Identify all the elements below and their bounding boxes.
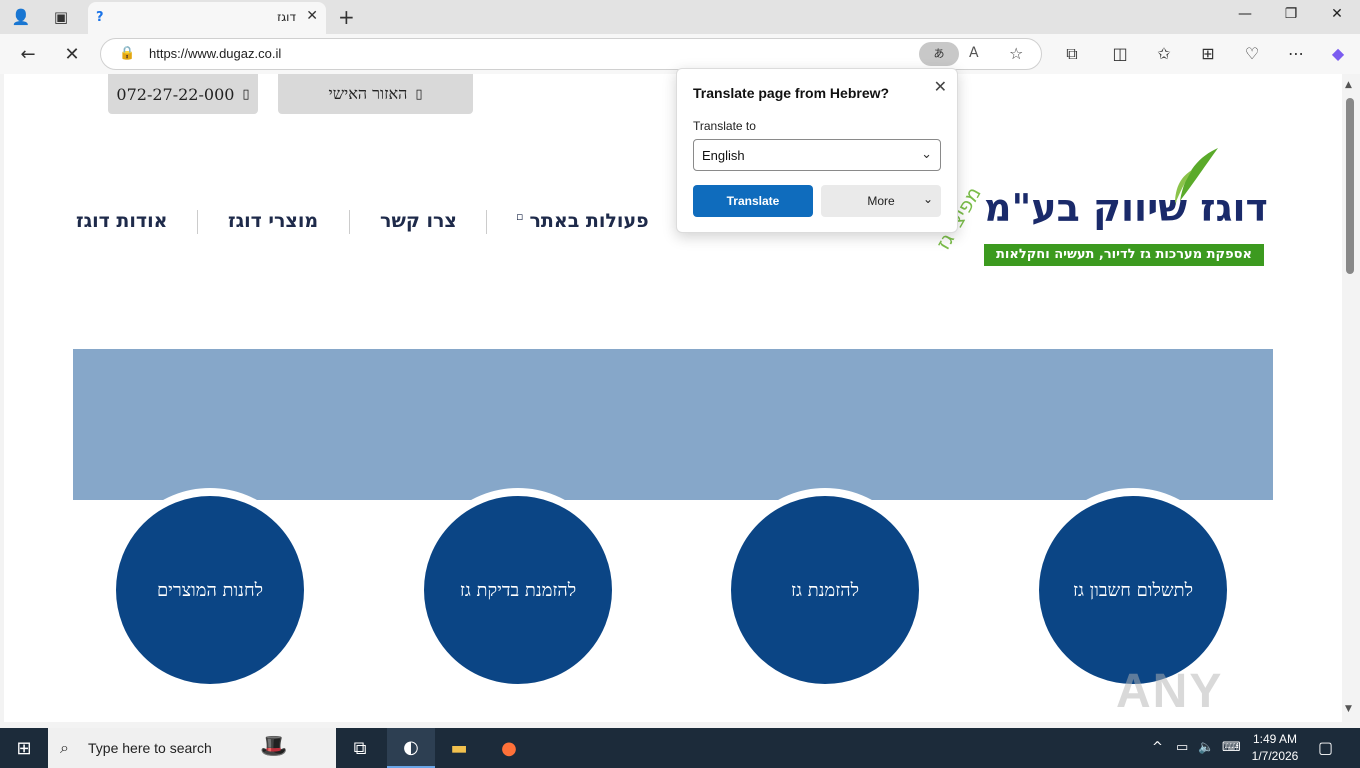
copilot-icon[interactable]: ◆ — [1326, 44, 1350, 63]
taskbar-clock[interactable]: 1:49 AM 1/7/2026 — [1240, 731, 1310, 765]
collections-icon[interactable]: ⊞ — [1196, 44, 1220, 63]
menu-actions-label: פעולות באתר — [529, 210, 649, 232]
notifications-icon[interactable]: ▢ — [1318, 738, 1333, 757]
translate-icon[interactable]: あ — [919, 42, 959, 66]
back-button[interactable]: ← — [14, 42, 42, 66]
tab-close-icon[interactable]: ✕ — [306, 8, 318, 24]
chevron-down-icon: ⌄ — [921, 146, 932, 161]
chevron-down-icon: ⌄ — [922, 192, 933, 206]
close-icon[interactable]: ✕ — [934, 77, 947, 97]
phone-button[interactable]: 072-27-22-000 ▯ — [108, 74, 258, 114]
network-icon[interactable]: ▭ — [1176, 740, 1188, 755]
personal-area-button[interactable]: האזור האישי ▯ — [278, 74, 473, 114]
settings-more-icon[interactable]: ⋯ — [1284, 44, 1308, 63]
translate-to-label: Translate to — [693, 119, 756, 133]
scrollbar-thumb[interactable] — [1346, 98, 1354, 274]
anyrun-watermark: ANY RUN — [1116, 665, 1224, 722]
minimize-button[interactable]: — — [1230, 6, 1260, 22]
menu-products[interactable]: מוצרי דוגז — [228, 210, 318, 232]
split-screen-icon[interactable]: ◫ — [1108, 44, 1132, 63]
more-label: More — [867, 194, 895, 208]
leaf-icon — [1175, 148, 1218, 204]
menu-actions[interactable]: ▫ פעולות באתר — [516, 210, 649, 232]
menu-divider — [349, 210, 350, 234]
favorite-star-icon[interactable]: ☆ — [1009, 44, 1023, 63]
clock-time: 1:49 AM — [1252, 732, 1298, 746]
language-select[interactable]: English ⌄ — [693, 139, 941, 171]
tray-chevron-icon[interactable]: ^ — [1152, 740, 1163, 755]
scroll-down-icon[interactable]: ▼ — [1345, 704, 1352, 714]
volume-icon[interactable]: 🔈 — [1198, 740, 1214, 755]
restore-button[interactable]: ❐ — [1276, 6, 1306, 22]
windows-taskbar: ⊞ ⌕ Type here to search 🎩 ⧉ ◐ ▬ ● ^ ▭ 🔈 … — [0, 728, 1360, 768]
task-view-icon[interactable]: ⧉ — [336, 728, 384, 768]
dropdown-icon: ▫ — [516, 210, 524, 223]
close-window-button[interactable]: ✕ — [1322, 6, 1352, 22]
menu-about[interactable]: אודות דוגז — [76, 210, 167, 232]
tab-actions-icon[interactable]: ▣ — [48, 5, 74, 29]
logo-main-text: דוגז שיווק בע"מ — [984, 186, 1268, 230]
tab-favicon-icon: ? — [96, 10, 104, 25]
new-tab-button[interactable]: + — [338, 5, 355, 29]
browser-tab-bar: 👤 ▣ ? דוגז ✕ + — ❐ ✕ — [0, 0, 1360, 34]
hero-banner — [73, 349, 1273, 500]
address-bar[interactable]: 🔒 https://www.dugaz.co.il あ A ☆ — [100, 38, 1042, 70]
store-label: לחנות המוצרים — [156, 579, 264, 601]
favorites-icon[interactable]: ✩ — [1152, 44, 1176, 63]
browser-essentials-icon[interactable]: ♡ — [1240, 44, 1264, 63]
search-highlight-icon: 🎩 — [260, 734, 288, 759]
translate-title: Translate page from Hebrew? — [693, 85, 890, 101]
phone-number: 072-27-22-000 — [116, 84, 235, 104]
gas-check-label: להזמנת בדיקת גז — [459, 579, 577, 601]
taskbar-search[interactable]: ⌕ Type here to search 🎩 — [48, 728, 336, 768]
tab-dugaz[interactable]: ? דוגז ✕ — [88, 2, 326, 34]
search-placeholder: Type here to search — [88, 740, 212, 756]
url-text[interactable]: https://www.dugaz.co.il — [149, 46, 281, 61]
firefox-icon[interactable]: ● — [485, 728, 533, 768]
logo-tagline: אספקת מערכות גז לדיור, תעשיה וחקלאות — [984, 244, 1264, 266]
read-aloud-icon[interactable]: A — [969, 45, 979, 61]
bill-payment-button[interactable]: לתשלום חשבון גז — [1035, 492, 1231, 688]
page-scrollbar[interactable]: ▲ ▼ — [1342, 74, 1360, 722]
selected-language: English — [702, 148, 745, 163]
web-page: 072-27-22-000 ▯ האזור האישי ▯ אודות דוגז… — [4, 74, 1342, 722]
menu-divider — [197, 210, 198, 234]
extensions-icon[interactable]: ⧉ — [1060, 44, 1084, 64]
clock-date: 1/7/2026 — [1251, 749, 1299, 763]
site-logo[interactable]: מפיצי גז דוגז שיווק בע"מ אספקת מערכות גז… — [931, 146, 1274, 276]
scroll-up-icon[interactable]: ▲ — [1345, 80, 1352, 90]
personal-area-label: האזור האישי — [328, 84, 408, 103]
edge-taskbar-icon[interactable]: ◐ — [387, 728, 435, 768]
gas-order-button[interactable]: להזמנת גז — [727, 492, 923, 688]
user-icon: ▯ — [415, 86, 423, 102]
windows-start-icon[interactable]: ⊞ — [0, 728, 48, 768]
bill-payment-label: לתשלום חשבון גז — [1072, 579, 1194, 601]
search-icon: ⌕ — [60, 738, 69, 757]
gas-check-order-button[interactable]: להזמנת בדיקת גז — [420, 492, 616, 688]
translate-button[interactable]: Translate — [693, 185, 813, 217]
phone-icon: ▯ — [242, 86, 250, 102]
file-explorer-icon[interactable]: ▬ — [435, 728, 483, 768]
menu-contact[interactable]: צרו קשר — [380, 210, 457, 232]
profile-icon[interactable]: 👤 — [8, 5, 34, 29]
gas-order-label: להזמנת גז — [791, 579, 859, 601]
more-button[interactable]: More ⌄ — [821, 185, 941, 217]
lock-icon[interactable]: 🔒 — [119, 46, 135, 61]
menu-divider — [486, 210, 487, 234]
tab-title: דוגז — [277, 10, 296, 24]
input-icon[interactable]: ⌨ — [1222, 740, 1241, 755]
translate-popup: Translate page from Hebrew? ✕ Translate … — [676, 68, 958, 233]
stop-loading-button[interactable]: ✕ — [58, 42, 86, 66]
store-circle-button[interactable]: לחנות המוצרים — [112, 492, 308, 688]
